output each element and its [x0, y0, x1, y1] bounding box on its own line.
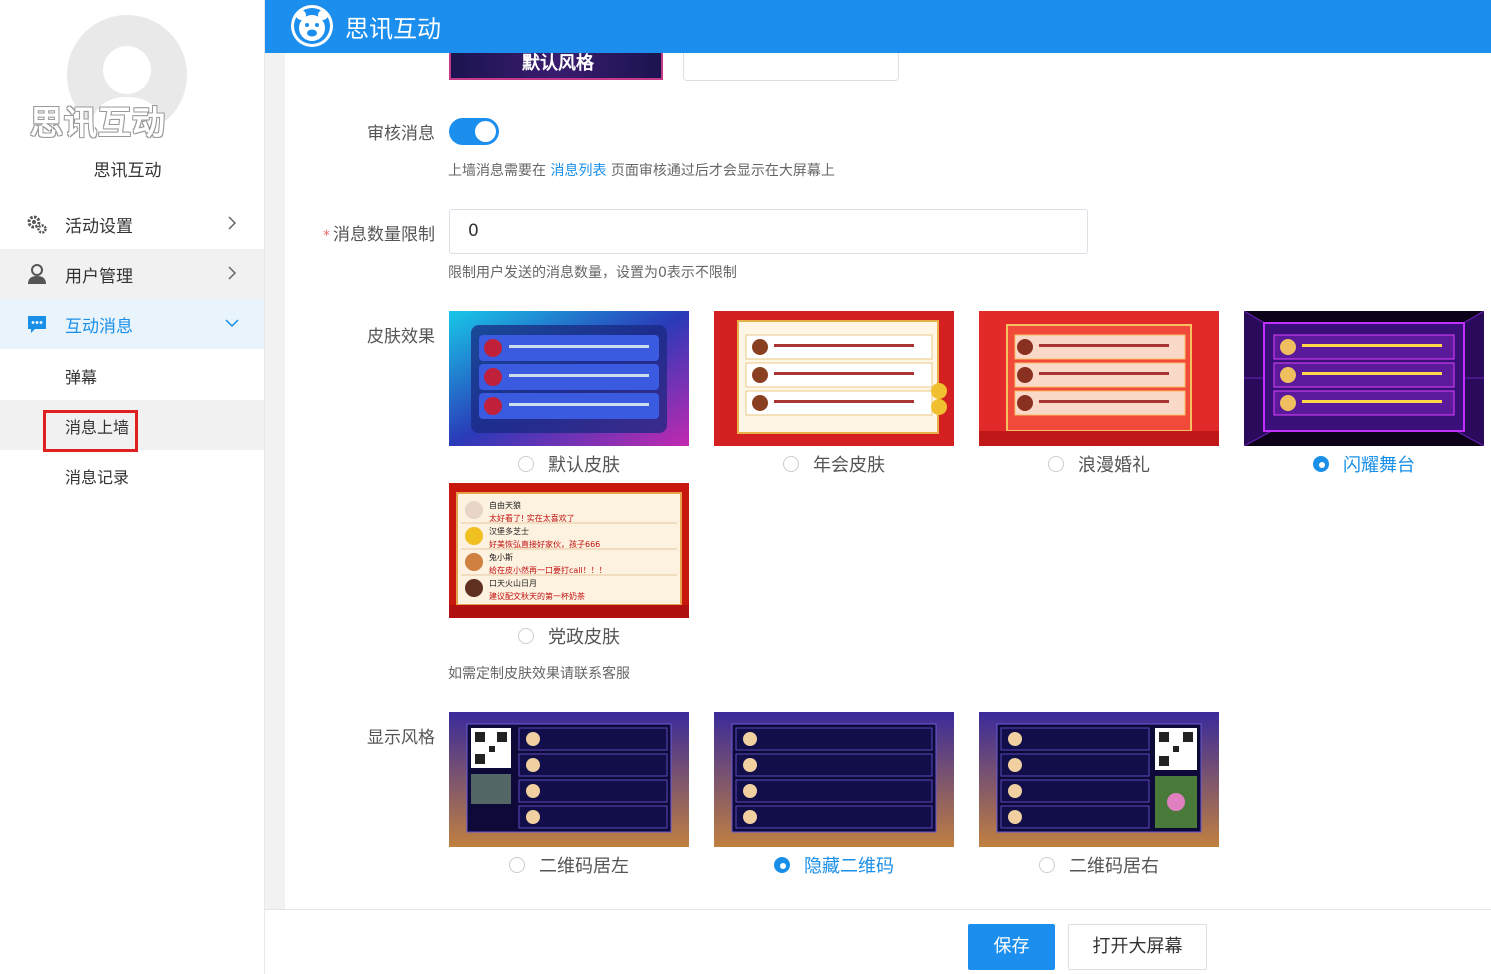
radio-label: 二维码居左 [539, 856, 629, 877]
skin-hint: 如需定制皮肤效果请联系客服 [448, 666, 630, 682]
party-preview-list: 自由天狼 太好看了! 实在太喜欢了 汉堡多芝士 好美恢弘直接好家伙，孩子666 … [489, 499, 679, 603]
limit-hint: 限制用户发送的消息数量，设置为0表示不限制 [448, 265, 737, 281]
skin-default-preview [449, 311, 689, 446]
display-thumb-qr-right[interactable] [979, 712, 1219, 847]
party-preview-msg: 建议配文秋天的第一杯奶茶 [489, 592, 585, 601]
display-qr-left-preview [449, 712, 689, 847]
highlight-box [43, 410, 138, 452]
sidebar-item-label: 互动消息 [65, 316, 133, 337]
display-thumb-qr-left[interactable] [449, 712, 689, 847]
skin-thumb-default[interactable] [449, 311, 689, 446]
sidebar-item-interactive-messages[interactable]: 互动消息 [0, 299, 264, 349]
toggle-knob [475, 121, 496, 142]
radio-button[interactable] [1039, 857, 1055, 873]
sidebar-item-label: 用户管理 [65, 266, 133, 287]
skin-thumb-party[interactable]: 自由天狼 太好看了! 实在太喜欢了 汉堡多芝士 好美恢弘直接好家伙，孩子666 … [449, 483, 689, 618]
review-label: 审核消息 [367, 124, 435, 144]
required-mark: * [323, 228, 330, 244]
radio-label: 党政皮肤 [548, 627, 620, 648]
skin-thumb-wedding[interactable] [979, 311, 1219, 446]
review-hint: 上墙消息需要在 消息列表 页面审核通过后才会显示在大屏幕上 [448, 160, 835, 180]
party-preview-name: 自由天狼 [489, 501, 521, 510]
sidebar-item-label: 活动设置 [65, 216, 133, 237]
party-preview-msg: 太好看了! 实在太喜欢了 [489, 514, 575, 523]
sidebar-item-user-management[interactable]: 用户管理 [0, 249, 264, 299]
sidebar-subitem-message-log[interactable]: 消息记录 [0, 450, 264, 500]
skin-thumb-stage[interactable] [1244, 311, 1484, 446]
display-style-thumb-partial[interactable]: 默认风格 [449, 53, 663, 80]
limit-label-text: 消息数量限制 [333, 225, 435, 245]
message-list-link[interactable]: 消息列表 [550, 163, 606, 179]
radio-button[interactable] [509, 857, 525, 873]
review-hint-text: 上墙消息需要在 [448, 163, 546, 179]
display-qr-right-preview [979, 712, 1219, 847]
radio-label: 闪耀舞台 [1343, 455, 1415, 476]
partial-thumb-label: 默认风格 [522, 53, 594, 74]
radio-button[interactable] [518, 456, 534, 472]
radio-button[interactable] [774, 857, 790, 873]
display-thumb-hide-qr[interactable] [714, 712, 954, 847]
radio-button[interactable] [1048, 456, 1064, 472]
gear-icon [27, 215, 47, 234]
display-option-qr-left[interactable]: 二维码居左 [449, 852, 689, 878]
radio-label: 浪漫婚礼 [1078, 455, 1150, 476]
radio-label: 年会皮肤 [813, 455, 885, 476]
skin-thumb-annual[interactable] [714, 311, 954, 446]
chevron-down-icon [225, 319, 239, 328]
skin-annual-preview [714, 311, 954, 446]
sidebar-subitem-danmaku[interactable]: 弹幕 [0, 350, 264, 400]
party-preview-name: 口天火山日月 [489, 579, 537, 588]
skin-option-stage[interactable]: 闪耀舞台 [1244, 451, 1484, 477]
skin-option-party[interactable]: 党政皮肤 [449, 623, 689, 649]
review-toggle[interactable] [449, 118, 499, 145]
sidebar-item-activity-settings[interactable]: 活动设置 [0, 199, 264, 249]
footer-bar: 保存 打开大屏幕 [265, 909, 1491, 974]
limit-label: * 消息数量限制 [285, 220, 435, 245]
sidebar-subitem-label: 弹幕 [65, 368, 98, 387]
user-icon [28, 264, 46, 284]
skin-option-default[interactable]: 默认皮肤 [449, 451, 689, 477]
top-header: 思讯互动 [265, 0, 1491, 53]
display-option-qr-right[interactable]: 二维码居右 [979, 852, 1219, 878]
app-title: 思讯互动 [345, 15, 441, 43]
display-style-label: 显示风格 [367, 728, 435, 748]
skin-option-annual[interactable]: 年会皮肤 [714, 451, 954, 477]
display-option-hide-qr[interactable]: 隐藏二维码 [714, 852, 954, 878]
message-limit-input[interactable]: 0 [449, 209, 1088, 254]
bear-logo-icon [291, 5, 333, 47]
open-big-screen-button[interactable]: 打开大屏幕 [1068, 924, 1207, 970]
skin-wedding-preview [979, 311, 1219, 446]
radio-button[interactable] [783, 456, 799, 472]
chat-icon [28, 316, 46, 333]
skin-stage-preview [1244, 311, 1484, 446]
radio-label: 默认皮肤 [548, 455, 620, 476]
party-preview-msg: 好美恢弘直接好家伙，孩子666 [489, 540, 601, 549]
radio-label: 隐藏二维码 [804, 856, 894, 877]
save-button[interactable]: 保存 [968, 924, 1055, 970]
party-preview-msg: 给在皮小然再一口要打call！！！ [489, 566, 607, 575]
radio-button[interactable] [518, 628, 534, 644]
account-name: 思讯互动 [93, 161, 162, 181]
chevron-right-icon [228, 266, 237, 280]
skin-option-wedding[interactable]: 浪漫婚礼 [979, 451, 1219, 477]
content-gutter [265, 53, 285, 910]
skin-label: 皮肤效果 [367, 327, 435, 347]
avatar-watermark: 思讯互动 [30, 103, 166, 142]
radio-label: 二维码居右 [1069, 856, 1159, 877]
display-hide-qr-preview [714, 712, 954, 847]
party-preview-name: 汉堡多芝士 [489, 527, 529, 536]
radio-button[interactable] [1313, 456, 1329, 472]
chevron-right-icon [228, 216, 237, 230]
review-hint-text: 页面审核通过后才会显示在大屏幕上 [610, 163, 835, 179]
sidebar: 思讯互动 思讯互动 活动设置 用户管理 互动消息 弹幕 消息上墙 消息记录 [0, 0, 265, 974]
party-preview-name: 兔小斯 [489, 553, 513, 562]
sidebar-subitem-label: 消息记录 [65, 468, 130, 487]
partial-input-field[interactable] [683, 53, 899, 81]
